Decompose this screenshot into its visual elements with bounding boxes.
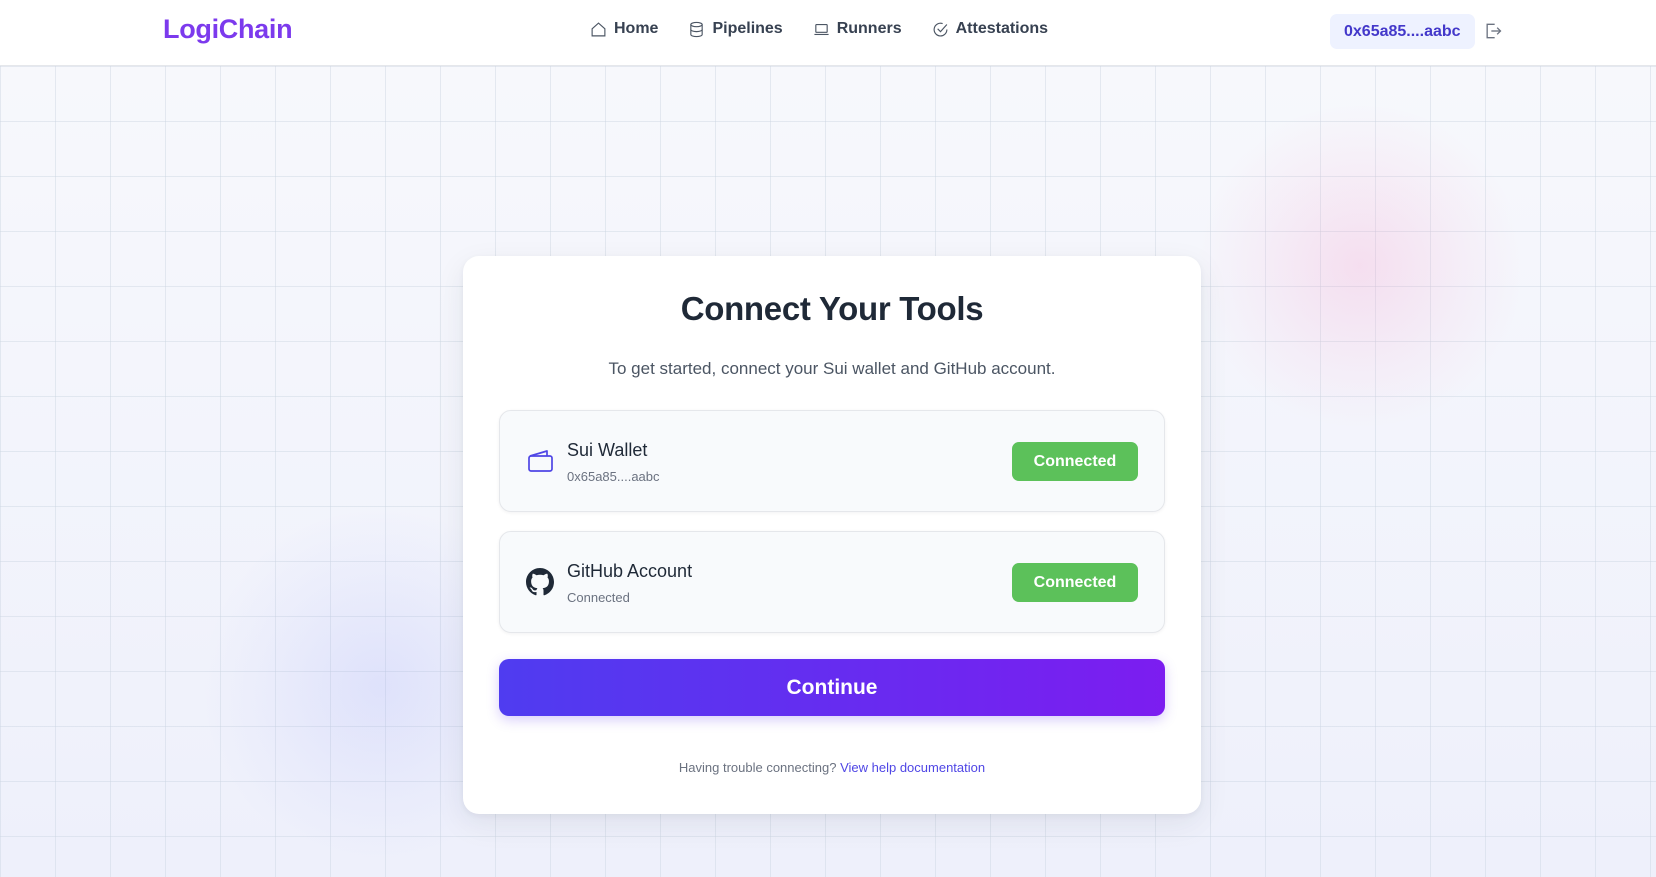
help-footer: Having trouble connecting? View help doc… <box>463 760 1201 775</box>
sui-wallet-row: Sui Wallet 0x65a85....aabc Connected <box>499 410 1165 512</box>
logo[interactable]: LogiChain <box>163 14 293 45</box>
card-subtitle: To get started, connect your Sui wallet … <box>608 359 1056 378</box>
wallet-icon <box>526 447 554 475</box>
database-icon <box>690 21 704 37</box>
nav-item-label: Home <box>614 20 659 37</box>
nav-item-attestations[interactable]: Attestations <box>932 20 1048 38</box>
check-circle-icon <box>933 22 948 36</box>
connect-tools-card: Connect Your Tools To get started, conne… <box>463 256 1201 814</box>
page-title: Connect Your Tools <box>680 290 984 327</box>
github-connected-button[interactable]: Connected <box>1012 563 1138 602</box>
laptop-icon <box>814 23 829 35</box>
continue-button[interactable]: Continue <box>499 659 1165 716</box>
nav-item-runners[interactable]: Runners <box>813 20 902 38</box>
wallet-connected-button[interactable]: Connected <box>1012 442 1138 481</box>
nav-item-label: Runners <box>836 20 902 37</box>
decorative-blob <box>1190 106 1530 426</box>
nav-item-home[interactable]: Home <box>590 20 658 38</box>
help-documentation-link[interactable]: View help documentation <box>840 760 985 775</box>
home-icon <box>591 21 606 36</box>
logout-icon <box>1486 23 1502 39</box>
top-navigation-bar: LogiChain Home Pipelines Runners Attesta… <box>0 0 1656 66</box>
help-text: Having trouble connecting? <box>678 760 837 775</box>
nav-item-pipelines[interactable]: Pipelines <box>688 20 783 38</box>
logout-button[interactable] <box>1483 21 1503 41</box>
tool-name: Sui Wallet <box>567 440 648 460</box>
github-status-text: Connected <box>567 590 630 605</box>
github-account-row: GitHub Account Connected Connected <box>499 531 1165 633</box>
wallet-address: 0x65a85....aabc <box>567 469 660 484</box>
main-nav: Home Pipelines Runners Attestations <box>590 20 1048 38</box>
nav-item-label: Attestations <box>955 20 1049 37</box>
github-icon <box>526 568 554 596</box>
wallet-address-chip[interactable]: 0x65a85....aabc <box>1330 14 1475 49</box>
nav-item-label: Pipelines <box>712 20 783 37</box>
tool-name: GitHub Account <box>567 561 693 581</box>
